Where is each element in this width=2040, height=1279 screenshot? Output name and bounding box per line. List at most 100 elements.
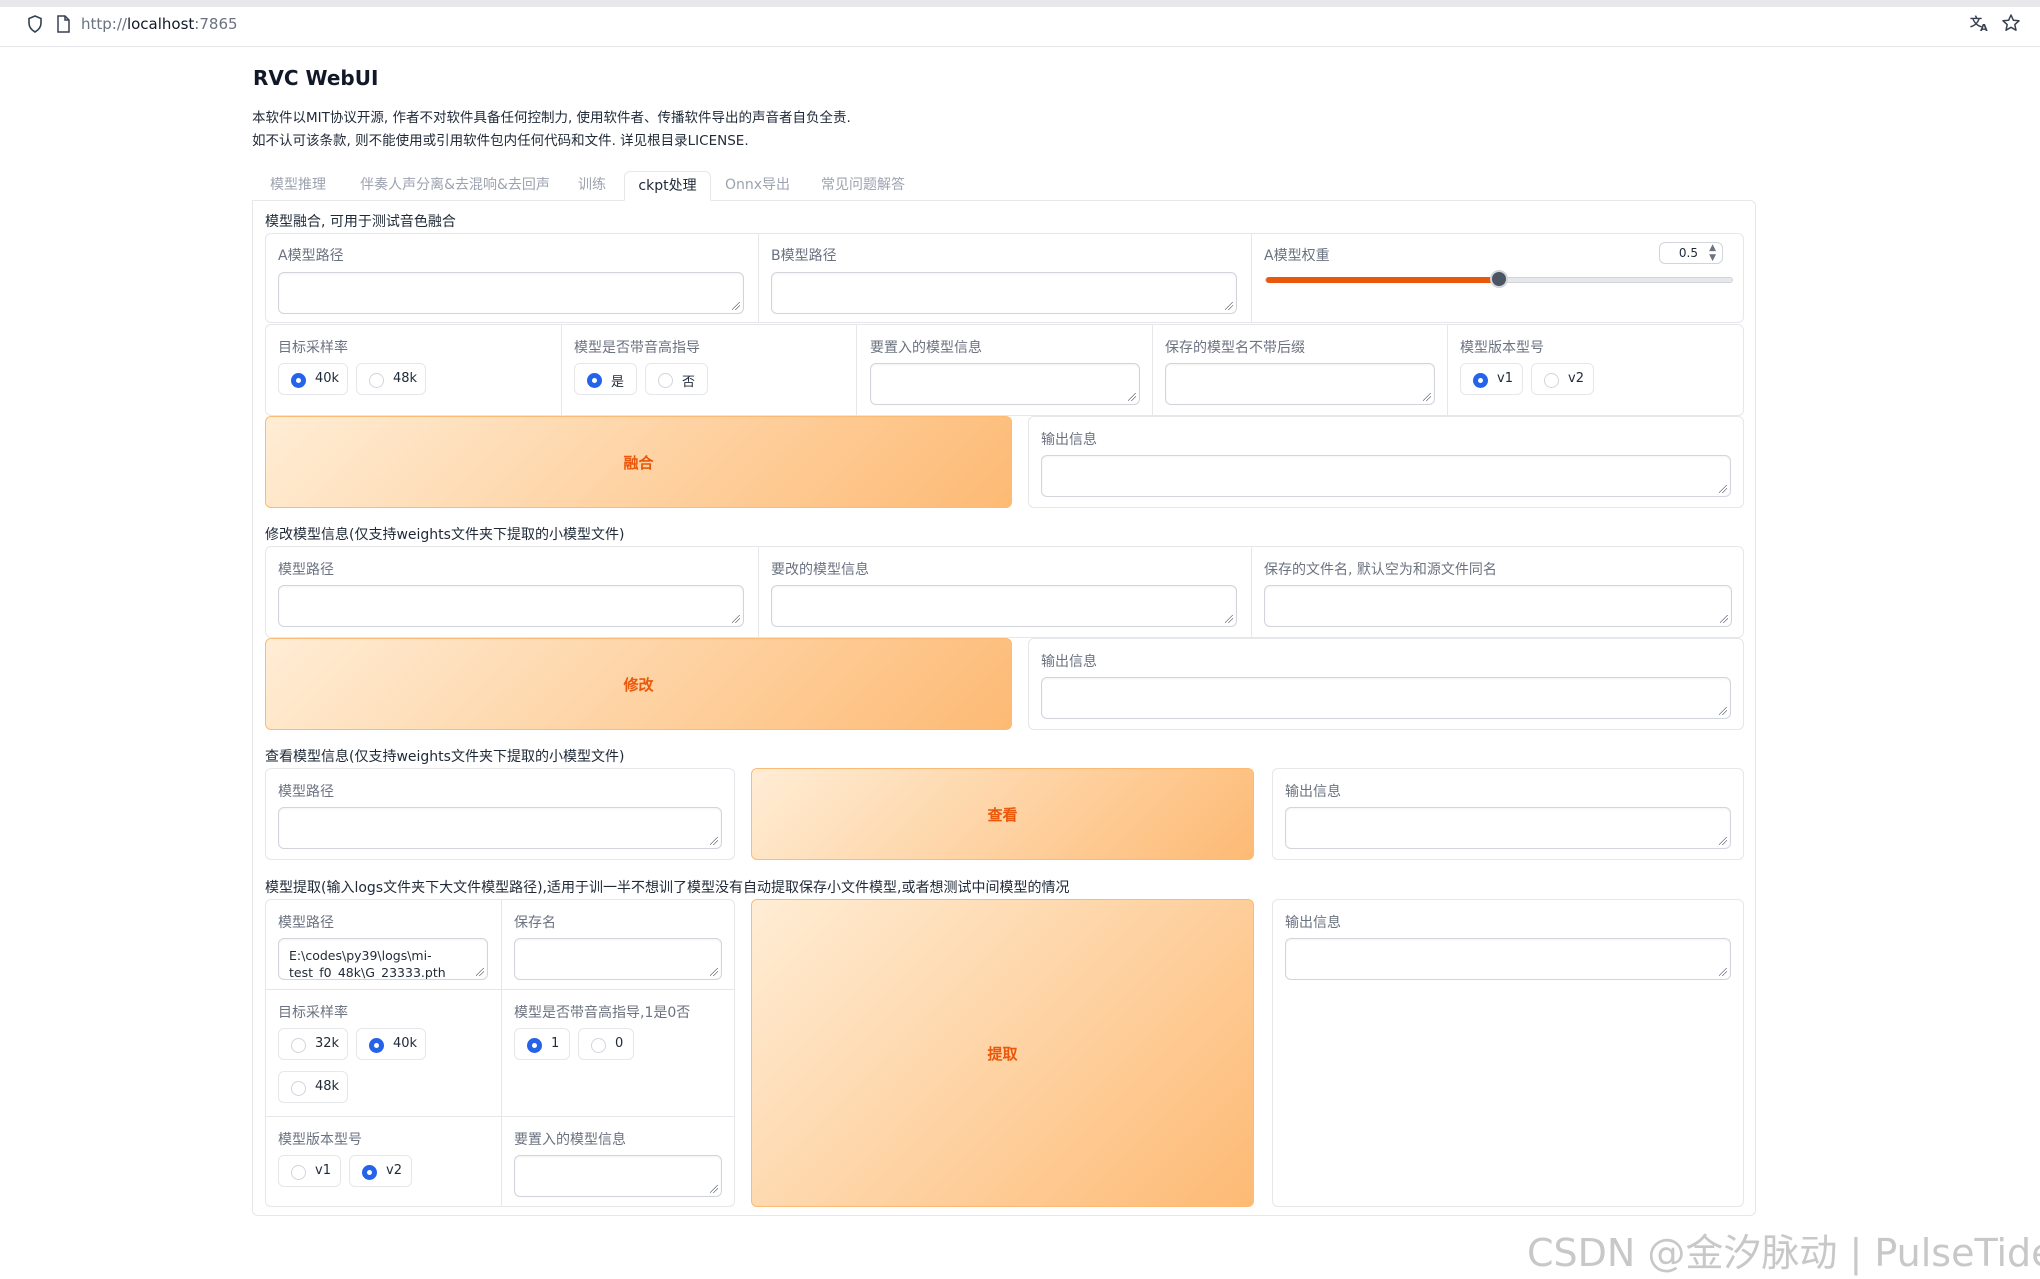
modify-output-box: 输出信息: [1028, 638, 1744, 730]
radio-dot: [1473, 373, 1488, 388]
weight-number-input[interactable]: 0.5 ▲ ▼: [1659, 242, 1723, 264]
modify-section-title: 修改模型信息(仅支持weights文件夹下提取的小模型文件): [265, 527, 625, 543]
modify-inputs-row: 模型路径 要改的模型信息 保存的文件名, 默认空为和源文件同名: [265, 546, 1744, 638]
modify-output-label: 输出信息: [1041, 654, 1097, 670]
modify-save-input[interactable]: [1264, 585, 1732, 627]
merge-sr-48k-radio[interactable]: 48k: [356, 363, 426, 395]
radio-label: v1: [1497, 371, 1513, 386]
extract-version-v1-radio[interactable]: v1: [278, 1155, 341, 1187]
radio-dot: [1544, 373, 1559, 388]
divider: [1251, 547, 1252, 637]
view-button[interactable]: 查看: [751, 768, 1254, 860]
tab-onnx-export[interactable]: Onnx导出: [720, 171, 795, 201]
extract-sr-48k-radio[interactable]: 48k: [278, 1071, 348, 1103]
merge-version-v1-radio[interactable]: v1: [1460, 363, 1523, 395]
shield-icon[interactable]: [27, 15, 43, 38]
merge-output-field[interactable]: [1041, 455, 1731, 497]
divider: [266, 1116, 734, 1117]
weight-slider-fill: [1266, 277, 1499, 283]
merge-sr-label: 目标采样率: [278, 340, 348, 356]
view-output-box: 输出信息: [1272, 768, 1744, 860]
radio-dot: [658, 373, 673, 388]
star-icon[interactable]: [2001, 13, 2021, 38]
tab-train[interactable]: 训练: [570, 171, 614, 201]
stepper-icon[interactable]: ▲ ▼: [1709, 243, 1716, 263]
ckpt-panel: 模型融合, 可用于测试音色融合 A模型路径 B模型路径 A模型权重 0.5 ▲ ▼…: [252, 200, 1756, 1216]
url-port: :7865: [194, 15, 238, 33]
tab-vocal-separation[interactable]: 伴奏人声分离&去混响&去回声: [350, 171, 560, 201]
merge-name-label: 保存的模型名不带后缀: [1165, 340, 1305, 356]
merge-f0-no-radio[interactable]: 否: [645, 363, 708, 395]
license-text: 本软件以MIT协议开源, 作者不对软件具备任何控制力, 使用软件者、传播软件导出…: [252, 107, 851, 153]
radio-label: 否: [682, 375, 696, 390]
radio-label: 是: [611, 375, 625, 390]
extract-output-box: 输出信息: [1272, 899, 1744, 1207]
merge-section-title: 模型融合, 可用于测试音色融合: [265, 214, 456, 230]
extract-button[interactable]: 提取: [751, 899, 1254, 1207]
tab-inference[interactable]: 模型推理: [258, 171, 338, 201]
modify-info-input[interactable]: [771, 585, 1237, 627]
divider: [501, 900, 502, 1206]
extract-f0-1-radio[interactable]: 1: [514, 1028, 570, 1060]
license-line-2: 如不认可该条款, 则不能使用或引用软件包内任何代码和文件. 详见根目录LICEN…: [252, 133, 749, 149]
view-path-box: 模型路径: [265, 768, 735, 860]
radio-dot: [369, 373, 384, 388]
tab-faq[interactable]: 常见问题解答: [808, 171, 918, 201]
extract-f0-0-radio[interactable]: 0: [578, 1028, 634, 1060]
merge-name-input[interactable]: [1165, 363, 1435, 405]
extract-options-box: 模型路径 E:\codes\py39\logs\mi- test_f0_48k\…: [265, 899, 735, 1207]
view-path-label: 模型路径: [278, 784, 334, 800]
modify-button[interactable]: 修改: [265, 638, 1012, 730]
model-b-label: B模型路径: [771, 248, 837, 264]
merge-info-label: 要置入的模型信息: [870, 340, 982, 356]
extract-sr-32k-radio[interactable]: 32k: [278, 1028, 348, 1060]
extract-info-label: 要置入的模型信息: [514, 1132, 626, 1148]
radio-dot: [591, 1038, 606, 1053]
merge-options-row: 目标采样率 40k 48k 模型是否带音高指导 是 否 要置入的模型信息 保存的…: [265, 324, 1744, 416]
divider: [1251, 234, 1252, 322]
extract-output-field[interactable]: [1285, 938, 1731, 980]
radio-dot: [527, 1038, 542, 1053]
merge-button[interactable]: 融合: [265, 416, 1012, 508]
radio-label: 48k: [315, 1079, 340, 1094]
modify-path-input[interactable]: [278, 585, 744, 627]
view-output-field[interactable]: [1285, 807, 1731, 849]
url-host: localhost: [126, 15, 195, 33]
view-path-input[interactable]: [278, 807, 722, 849]
extract-output-label: 输出信息: [1285, 915, 1341, 931]
model-b-input[interactable]: [771, 272, 1237, 314]
extract-f0-label: 模型是否带音高指导,1是0否: [514, 1005, 691, 1021]
extract-version-v2-radio[interactable]: v2: [349, 1155, 412, 1187]
radio-dot: [291, 1081, 306, 1096]
page-icon: [56, 15, 70, 38]
merge-version-v2-radio[interactable]: v2: [1531, 363, 1594, 395]
divider: [1447, 325, 1448, 415]
extract-save-name-input[interactable]: [514, 938, 722, 980]
radio-dot: [369, 1038, 384, 1053]
tab-ckpt[interactable]: ckpt处理: [624, 171, 711, 201]
model-a-input[interactable]: [278, 272, 744, 314]
weight-value: 0.5: [1678, 246, 1698, 260]
license-line-1: 本软件以MIT协议开源, 作者不对软件具备任何控制力, 使用软件者、传播软件导出…: [252, 110, 851, 126]
radio-label: 48k: [393, 371, 418, 386]
radio-dot: [291, 1038, 306, 1053]
extract-sr-40k-radio[interactable]: 40k: [356, 1028, 426, 1060]
browser-address-bar: http://localhost:7865 文A: [0, 0, 2040, 47]
modify-path-label: 模型路径: [278, 562, 334, 578]
divider: [758, 234, 759, 322]
weight-slider-thumb[interactable]: [1490, 270, 1508, 288]
modify-save-label: 保存的文件名, 默认空为和源文件同名: [1264, 562, 1497, 578]
url-text[interactable]: http://localhost:7865: [81, 15, 238, 33]
extract-path-label: 模型路径: [278, 915, 334, 931]
weight-slider[interactable]: [1265, 270, 1733, 288]
translate-icon[interactable]: 文A: [1970, 14, 1990, 37]
extract-path-input[interactable]: E:\codes\py39\logs\mi- test_f0_48k\G_233…: [278, 938, 488, 980]
merge-info-input[interactable]: [870, 363, 1140, 405]
merge-f0-yes-radio[interactable]: 是: [574, 363, 637, 395]
extract-path-value-line2: test_f0_48k\G_23333.pth: [289, 965, 446, 980]
merge-version-label: 模型版本型号: [1460, 340, 1544, 356]
extract-info-input[interactable]: [514, 1155, 722, 1197]
divider: [758, 547, 759, 637]
merge-sr-40k-radio[interactable]: 40k: [278, 363, 348, 395]
modify-output-field[interactable]: [1041, 677, 1731, 719]
